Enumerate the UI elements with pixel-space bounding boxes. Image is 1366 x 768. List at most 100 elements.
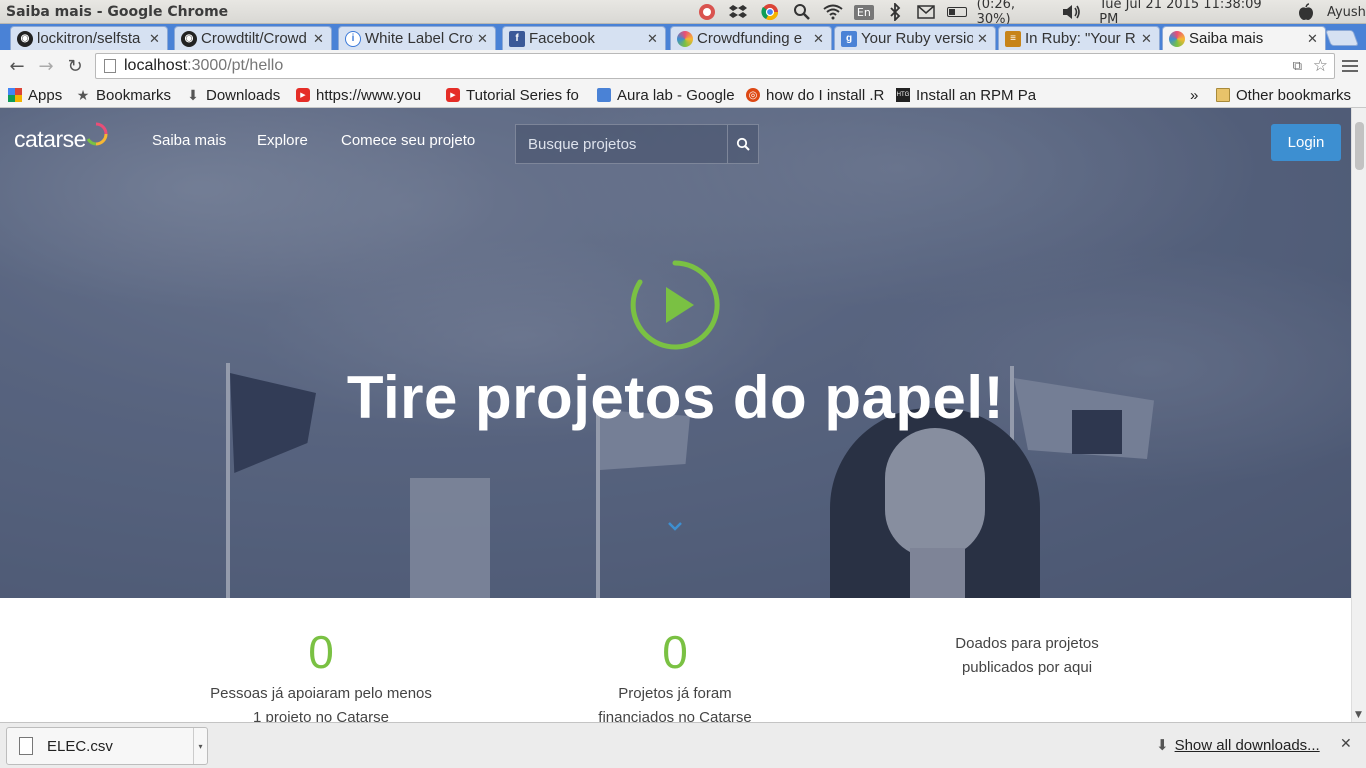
clock[interactable]: Tue Jul 21 2015 11:38:09 PM bbox=[1099, 0, 1281, 27]
login-button[interactable]: Login bbox=[1271, 124, 1341, 161]
scrollbar-thumb[interactable] bbox=[1355, 122, 1364, 170]
new-tab-button[interactable] bbox=[1325, 30, 1359, 46]
close-shelf-icon[interactable]: ✕ bbox=[1340, 736, 1352, 752]
page-scrollbar[interactable]: ▼ bbox=[1351, 108, 1366, 722]
tab[interactable]: g Your Ruby versio ✕ bbox=[834, 26, 996, 50]
forward-icon[interactable]: → bbox=[35, 56, 57, 77]
catarse-icon bbox=[677, 30, 693, 47]
tab-strip: ◉ lockitron/selfsta ✕ ◉ Crowdtilt/Crowd … bbox=[0, 24, 1366, 50]
download-shelf: ELEC.csv ▾ ⬇ Show all downloads... ✕ bbox=[0, 722, 1366, 768]
download-arrow-icon: ⬇ bbox=[1156, 737, 1169, 754]
tab[interactable]: ≡ In Ruby: "Your R ✕ bbox=[998, 26, 1160, 50]
tab-label: Saiba mais bbox=[1189, 30, 1264, 47]
bookmark-item[interactable]: ⬇ Downloads bbox=[186, 85, 290, 105]
download-item[interactable]: ELEC.csv ▾ bbox=[6, 727, 208, 765]
show-all-downloads[interactable]: ⬇ Show all downloads... bbox=[1156, 736, 1320, 755]
close-icon[interactable]: ✕ bbox=[1307, 31, 1319, 47]
bookmark-item[interactable]: HTG Install an RPM Pa bbox=[896, 85, 1036, 105]
close-icon[interactable]: ✕ bbox=[813, 31, 825, 47]
search-input[interactable] bbox=[516, 125, 727, 163]
tab-label: Facebook bbox=[529, 30, 595, 47]
close-icon[interactable]: ✕ bbox=[977, 31, 989, 47]
star-icon: ★ bbox=[76, 86, 90, 103]
apps-shortcut[interactable]: Apps bbox=[8, 85, 62, 105]
tab[interactable]: f Facebook ✕ bbox=[502, 26, 666, 50]
keyboard-language[interactable]: En bbox=[853, 4, 874, 20]
bookmark-item[interactable]: ▶ Tutorial Series fo bbox=[446, 85, 588, 105]
tab-active[interactable]: Saiba mais ✕ bbox=[1162, 26, 1326, 50]
bookmark-label: Other bookmarks bbox=[1236, 86, 1352, 104]
github-icon: ◉ bbox=[17, 30, 33, 47]
bluetooth-icon[interactable] bbox=[884, 3, 906, 21]
close-icon[interactable]: ✕ bbox=[477, 31, 489, 47]
wifi-icon[interactable] bbox=[822, 3, 844, 21]
youtube-icon: ▶ bbox=[296, 88, 310, 102]
nav-comece-seu-projeto[interactable]: Comece seu projeto bbox=[341, 132, 475, 149]
network-indicator-icon[interactable] bbox=[696, 3, 718, 21]
stat-label: Projetos já foram financiados no Catarse bbox=[510, 682, 840, 722]
search-icon bbox=[736, 137, 750, 151]
stat-label: Doados para projetos publicados por aqui bbox=[862, 632, 1192, 680]
back-icon[interactable]: ← bbox=[6, 56, 28, 77]
download-menu-chevron-icon[interactable]: ▾ bbox=[193, 728, 207, 764]
chrome-icon[interactable] bbox=[759, 3, 781, 21]
reload-icon[interactable]: ↻ bbox=[64, 56, 86, 77]
show-all-downloads-link[interactable]: Show all downloads... bbox=[1175, 737, 1320, 754]
bookmark-item[interactable]: ▶ https://www.you bbox=[296, 85, 438, 105]
battery-status: (0:26, 30%) bbox=[976, 0, 1016, 27]
tab-label: Crowdfunding e bbox=[697, 30, 803, 47]
google-icon: g bbox=[841, 30, 857, 47]
youtube-icon: ▶ bbox=[446, 88, 460, 102]
tab[interactable]: Crowdfunding e ✕ bbox=[670, 26, 832, 50]
scroll-down-chevron-icon[interactable] bbox=[667, 520, 683, 532]
close-icon[interactable]: ✕ bbox=[1141, 31, 1153, 47]
stat-funded-projects: 0 Projetos já foram financiados no Catar… bbox=[510, 598, 840, 722]
site-navbar: catarse Saiba mais Explore Comece seu pr… bbox=[0, 108, 1351, 176]
nav-explore[interactable]: Explore bbox=[257, 132, 308, 149]
volume-icon[interactable] bbox=[1062, 3, 1084, 21]
address-bar[interactable]: localhost :3000/pt/hello ⧉ ☆ bbox=[95, 53, 1335, 79]
close-icon[interactable]: ✕ bbox=[313, 31, 325, 47]
project-search bbox=[515, 124, 759, 164]
bookmark-label: https://www.you bbox=[316, 86, 422, 104]
bookmark-item[interactable]: Aura lab - Google bbox=[597, 85, 737, 105]
bookmark-item[interactable]: ★ Bookmarks bbox=[76, 85, 178, 105]
battery-icon[interactable] bbox=[946, 7, 967, 17]
tab[interactable]: i White Label Crow ✕ bbox=[338, 26, 496, 50]
scroll-down-arrow-icon[interactable]: ▼ bbox=[1355, 710, 1362, 720]
bookmarks-overflow[interactable]: » bbox=[1190, 85, 1198, 105]
translate-icon[interactable]: ⧉ bbox=[1293, 58, 1302, 74]
play-video-icon[interactable] bbox=[630, 260, 720, 350]
ubuntu-icon: ◎ bbox=[746, 88, 760, 102]
stat-label-line: Doados para projetos bbox=[955, 635, 1099, 652]
catarse-logo[interactable]: catarse bbox=[14, 122, 108, 153]
close-icon[interactable]: ✕ bbox=[647, 31, 659, 47]
tab[interactable]: ◉ Crowdtilt/Crowd ✕ bbox=[174, 26, 332, 50]
bookmark-label: Bookmarks bbox=[96, 86, 172, 104]
tab[interactable]: ◉ lockitron/selfsta ✕ bbox=[10, 26, 168, 50]
system-tray: En (0:26, 30%) Tue Jul 21 2015 11:38:09 … bbox=[696, 0, 1366, 27]
mail-icon[interactable] bbox=[915, 3, 937, 21]
window-title: Saiba mais - Google Chrome bbox=[6, 3, 229, 20]
search-icon[interactable] bbox=[791, 3, 813, 21]
os-top-panel: Saiba mais - Google Chrome En (0:26, 30%… bbox=[0, 0, 1366, 27]
stat-backers: 0 Pessoas já apoiaram pelo menos 1 proje… bbox=[156, 598, 486, 722]
nav-saiba-mais[interactable]: Saiba mais bbox=[152, 132, 226, 149]
user-name[interactable]: Ayush bbox=[1327, 5, 1366, 20]
dropbox-icon[interactable] bbox=[728, 3, 750, 21]
hero-video-banner[interactable]: catarse Saiba mais Explore Comece seu pr… bbox=[0, 108, 1351, 598]
chrome-menu-button[interactable] bbox=[1342, 56, 1358, 76]
stat-label-line: 1 projeto no Catarse bbox=[253, 709, 389, 722]
github-icon: ◉ bbox=[181, 30, 197, 47]
apple-icon[interactable] bbox=[1295, 3, 1317, 21]
bookmark-star-icon[interactable]: ☆ bbox=[1313, 56, 1328, 76]
close-icon[interactable]: ✕ bbox=[149, 31, 161, 47]
other-bookmarks[interactable]: Other bookmarks bbox=[1216, 85, 1351, 105]
browser-toolbar: ← → ↻ localhost :3000/pt/hello ⧉ ☆ bbox=[0, 50, 1366, 82]
bookmark-item[interactable]: ◎ how do I install .R bbox=[746, 85, 888, 105]
search-button[interactable] bbox=[727, 125, 758, 163]
catarse-icon bbox=[1169, 30, 1185, 47]
bookmarks-bar: Apps ★ Bookmarks ⬇ Downloads ▶ https://w… bbox=[0, 82, 1366, 108]
file-icon bbox=[19, 737, 33, 755]
info-icon: i bbox=[345, 30, 361, 47]
